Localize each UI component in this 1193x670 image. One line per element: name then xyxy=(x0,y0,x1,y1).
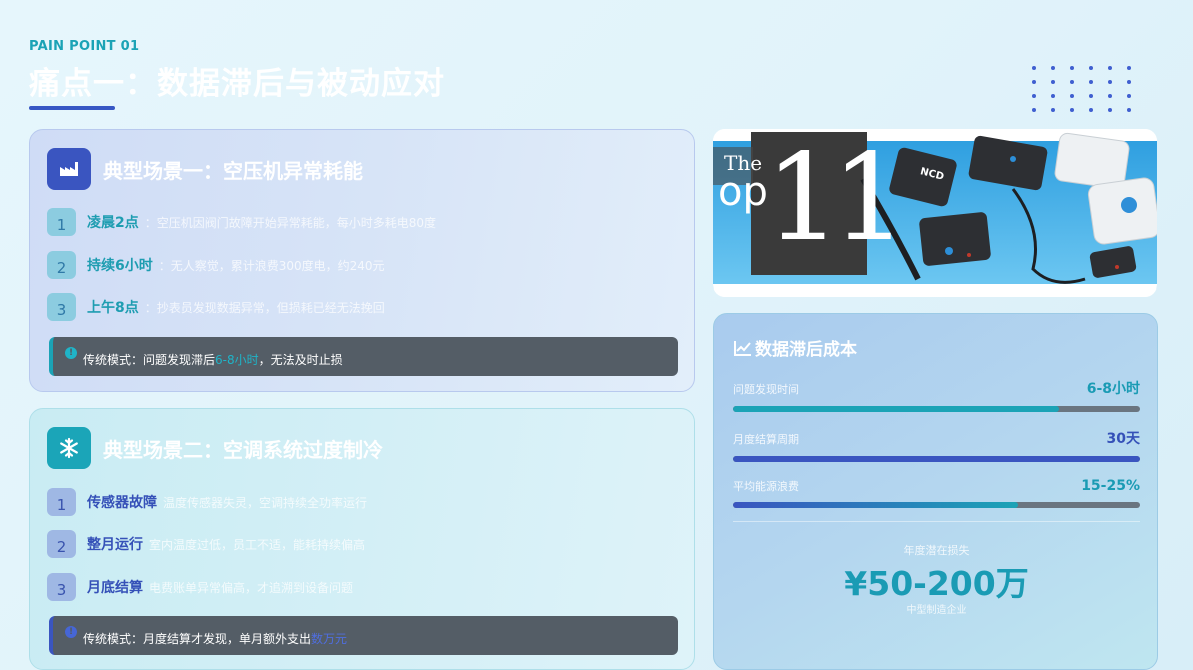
badge-number: 11 xyxy=(765,129,908,268)
step-description: 室内温度过低，员工不适，能耗持续偏高 xyxy=(149,537,366,552)
scenario-2-title: 典型场景二：空调系统过度制冷 xyxy=(103,437,383,462)
data-lag-cost-card: 数据滞后成本 问题发现时间 6-8小时 月度结算周期 30天 平均能源浪费 15… xyxy=(713,313,1158,670)
page-title: 痛点一：数据滞后与被动应对 xyxy=(29,66,445,102)
scenario-card-2: 典型场景二：空调系统过度制冷 1 传感器故障 温度传感器失灵，空调持续全功率运行… xyxy=(29,408,695,670)
decorative-dot-grid xyxy=(1032,66,1142,126)
metric-detection-time: 问题发现时间 6-8小时 xyxy=(733,378,1140,412)
metric-bar-track xyxy=(733,502,1140,508)
cost-card-title: 数据滞后成本 xyxy=(755,340,857,360)
step-description: ：空压机因阀门故障开始异常耗能，每小时多耗电80度 xyxy=(144,215,437,230)
scenario-2-header: 典型场景二：空调系统过度制冷 xyxy=(47,427,383,469)
scenario-1-step-3: 3 上午8点 ：抄表员发现数据异常，但损耗已经无法挽回 xyxy=(47,293,385,321)
badge-op-text: op xyxy=(718,169,768,215)
step-description: ：抄表员发现数据异常，但损耗已经无法挽回 xyxy=(144,300,385,315)
annual-loss-subtitle: 中型制造企业 xyxy=(906,605,967,616)
scenario-1-step-1: 1 凌晨2点 ：空压机因阀门故障开始异常耗能，每小时多耗电80度 xyxy=(47,208,436,236)
metric-bar-fill xyxy=(733,456,1140,462)
step-label: 传感器故障 xyxy=(87,495,157,511)
product-photo: The op 11 NCD xyxy=(713,129,1157,297)
annual-loss-value: ¥50-200万 xyxy=(844,564,1029,603)
banner-highlight: 数万元 xyxy=(311,632,348,646)
step-description: ：无人察觉，累计浪费300度电，约240元 xyxy=(158,258,385,273)
step-number: 3 xyxy=(47,293,76,321)
scenario-2-step-3: 3 月底结算 电费账单异常偏高，才追溯到设备问题 xyxy=(47,573,353,601)
banner-highlight: 6-8小时 xyxy=(215,353,259,367)
info-icon: ! xyxy=(65,347,77,359)
metric-bar-track xyxy=(733,456,1140,462)
annual-loss-label: 年度潜在损失 xyxy=(903,544,970,557)
metric-label: 平均能源浪费 xyxy=(733,480,799,493)
scenario-2-step-1: 1 传感器故障 温度传感器失灵，空调持续全功率运行 xyxy=(47,488,367,516)
title-underline xyxy=(29,106,115,110)
factory-icon xyxy=(47,148,91,190)
step-number: 2 xyxy=(47,251,76,279)
step-label: 上午8点 xyxy=(87,300,139,316)
metric-value: 15-25% xyxy=(1081,478,1140,494)
step-label: 月底结算 xyxy=(87,580,143,596)
metric-value: 6-8小时 xyxy=(1086,381,1140,397)
scenario-card-1: 典型场景一：空压机异常耗能 1 凌晨2点 ：空压机因阀门故障开始异常耗能，每小时… xyxy=(29,129,695,392)
step-label: 凌晨2点 xyxy=(87,215,139,231)
info-icon: ! xyxy=(65,626,77,638)
metric-energy-waste: 平均能源浪费 15-25% xyxy=(733,478,1140,508)
divider xyxy=(733,521,1140,522)
step-label: 持续6小时 xyxy=(87,258,153,274)
line-chart-icon xyxy=(734,340,751,356)
banner-text: 传统模式：问题发现滞后6-8小时，无法及时止损 xyxy=(83,353,343,367)
cost-card-header: 数据滞后成本 xyxy=(733,335,857,360)
metric-bar-fill xyxy=(733,502,1018,508)
scenario-1-step-2: 2 持续6小时 ：无人察觉，累计浪费300度电，约240元 xyxy=(47,251,385,279)
step-description: 温度传感器失灵，空调持续全功率运行 xyxy=(163,495,368,510)
metric-bar-track xyxy=(733,406,1140,412)
scenario-2-step-2: 2 整月运行 室内温度过低，员工不适，能耗持续偏高 xyxy=(47,530,365,558)
metric-value: 30天 xyxy=(1106,431,1140,447)
scenario-1-title: 典型场景一：空压机异常耗能 xyxy=(103,158,363,183)
eyebrow-label: PAIN POINT 01 xyxy=(29,39,140,54)
step-number: 1 xyxy=(47,488,76,516)
step-description: 电费账单异常偏高，才追溯到设备问题 xyxy=(149,580,354,595)
step-number: 2 xyxy=(47,530,76,558)
banner-text: 传统模式：月度结算才发现，单月额外支出数万元 xyxy=(83,632,348,646)
step-number: 3 xyxy=(47,573,76,601)
metric-label: 月度结算周期 xyxy=(733,433,799,446)
metric-bar-fill xyxy=(733,406,1059,412)
metric-label: 问题发现时间 xyxy=(733,383,799,396)
step-number: 1 xyxy=(47,208,76,236)
scenario-2-warning-banner: ! 传统模式：月度结算才发现，单月额外支出数万元 xyxy=(49,616,678,655)
metric-billing-cycle: 月度结算周期 30天 xyxy=(733,428,1140,462)
scenario-1-header: 典型场景一：空压机异常耗能 xyxy=(47,148,363,190)
snowflake-icon xyxy=(47,427,91,469)
step-label: 整月运行 xyxy=(87,537,143,553)
scenario-1-warning-banner: ! 传统模式：问题发现滞后6-8小时，无法及时止损 xyxy=(49,337,678,376)
